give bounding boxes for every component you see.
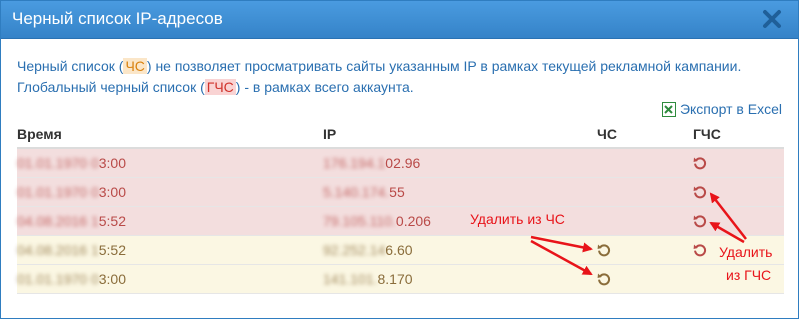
restore-ch-icon[interactable] <box>597 272 611 286</box>
restore-ch-icon[interactable] <box>597 243 611 257</box>
ip-cell: 92.252.146.60 <box>323 242 413 258</box>
description-line-1: Черный список (ЧС) не позволяет просматр… <box>17 58 742 74</box>
time-cell: 04.08.2016 15:52 <box>17 213 126 229</box>
dialog-title: Черный список IP-адресов <box>12 9 223 28</box>
description-line-2: Глобальный черный список (ГЧС) - в рамка… <box>17 79 414 95</box>
ip-cell: 176.194.102.96 <box>323 155 421 171</box>
table-row: 04.08.2016 15:52 92.252.146.60 <box>17 236 784 265</box>
restore-gch-icon[interactable] <box>693 156 707 170</box>
ip-hidden: 79.105.110. <box>323 213 396 229</box>
ip-hidden: 176.194.1 <box>323 155 386 171</box>
table-header: Время IP ЧС ГЧС <box>17 120 784 149</box>
ip-hidden: 92.252.14 <box>323 242 386 258</box>
ip-hidden: 5.140.174. <box>323 184 390 200</box>
ip-cell: 141.101.8.170 <box>323 271 413 287</box>
export-label: Экспорт в Excel <box>679 101 782 117</box>
time-hidden: 01.01.1970 0 <box>17 155 99 171</box>
header-gch[interactable]: ГЧС <box>693 126 721 142</box>
time-hidden: 04.08.2016 1 <box>17 213 99 229</box>
table-row: 01.01.1970 03:00 141.101.8.170 <box>17 265 784 294</box>
annotation-remove-gch-line2: из ГЧС <box>726 267 772 283</box>
restore-gch-icon[interactable] <box>693 214 707 228</box>
ip-hidden: 141.101. <box>323 271 378 287</box>
close-icon[interactable] <box>760 7 784 31</box>
time-cell: 04.08.2016 15:52 <box>17 242 126 258</box>
restore-gch-icon[interactable] <box>693 243 707 257</box>
time-cell: 01.01.1970 03:00 <box>17 271 126 287</box>
ip-cell: 5.140.174.55 <box>323 184 405 200</box>
blacklist-dialog: Черный список IP-адресов Черный список (… <box>0 0 799 319</box>
time-cell: 01.01.1970 03:00 <box>17 184 126 200</box>
ch-abbr: ЧС <box>123 58 147 74</box>
restore-gch-icon[interactable] <box>693 185 707 199</box>
header-time[interactable]: Время <box>17 126 62 142</box>
annotation-remove-gch-line1: Удалить <box>719 244 773 260</box>
export-excel-link[interactable]: Экспорт в Excel <box>661 100 782 118</box>
excel-icon <box>661 101 676 117</box>
time-hidden: 01.01.1970 0 <box>17 271 99 287</box>
table-row: 01.01.1970 03:00 5.140.174.55 <box>17 178 784 207</box>
header-ip[interactable]: IP <box>323 126 336 142</box>
gch-abbr: ГЧС <box>204 79 236 95</box>
header-ch[interactable]: ЧС <box>597 126 617 142</box>
description: Черный список (ЧС) не позволяет просматр… <box>17 56 787 98</box>
time-hidden: 01.01.1970 0 <box>17 184 99 200</box>
time-hidden: 04.08.2016 1 <box>17 242 99 258</box>
time-cell: 01.01.1970 03:00 <box>17 155 126 171</box>
table-row: 01.01.1970 03:00 176.194.102.96 <box>17 149 784 178</box>
dialog-titlebar: Черный список IP-адресов <box>1 1 798 39</box>
table-row: 04.08.2016 15:52 79.105.110.0.206 <box>17 207 784 236</box>
ip-cell: 79.105.110.0.206 <box>323 213 431 229</box>
annotation-remove-ch: Удалить из ЧС <box>470 211 565 227</box>
blacklist-table: Время IP ЧС ГЧС 01.01.1970 03:00 176.194… <box>17 120 784 294</box>
